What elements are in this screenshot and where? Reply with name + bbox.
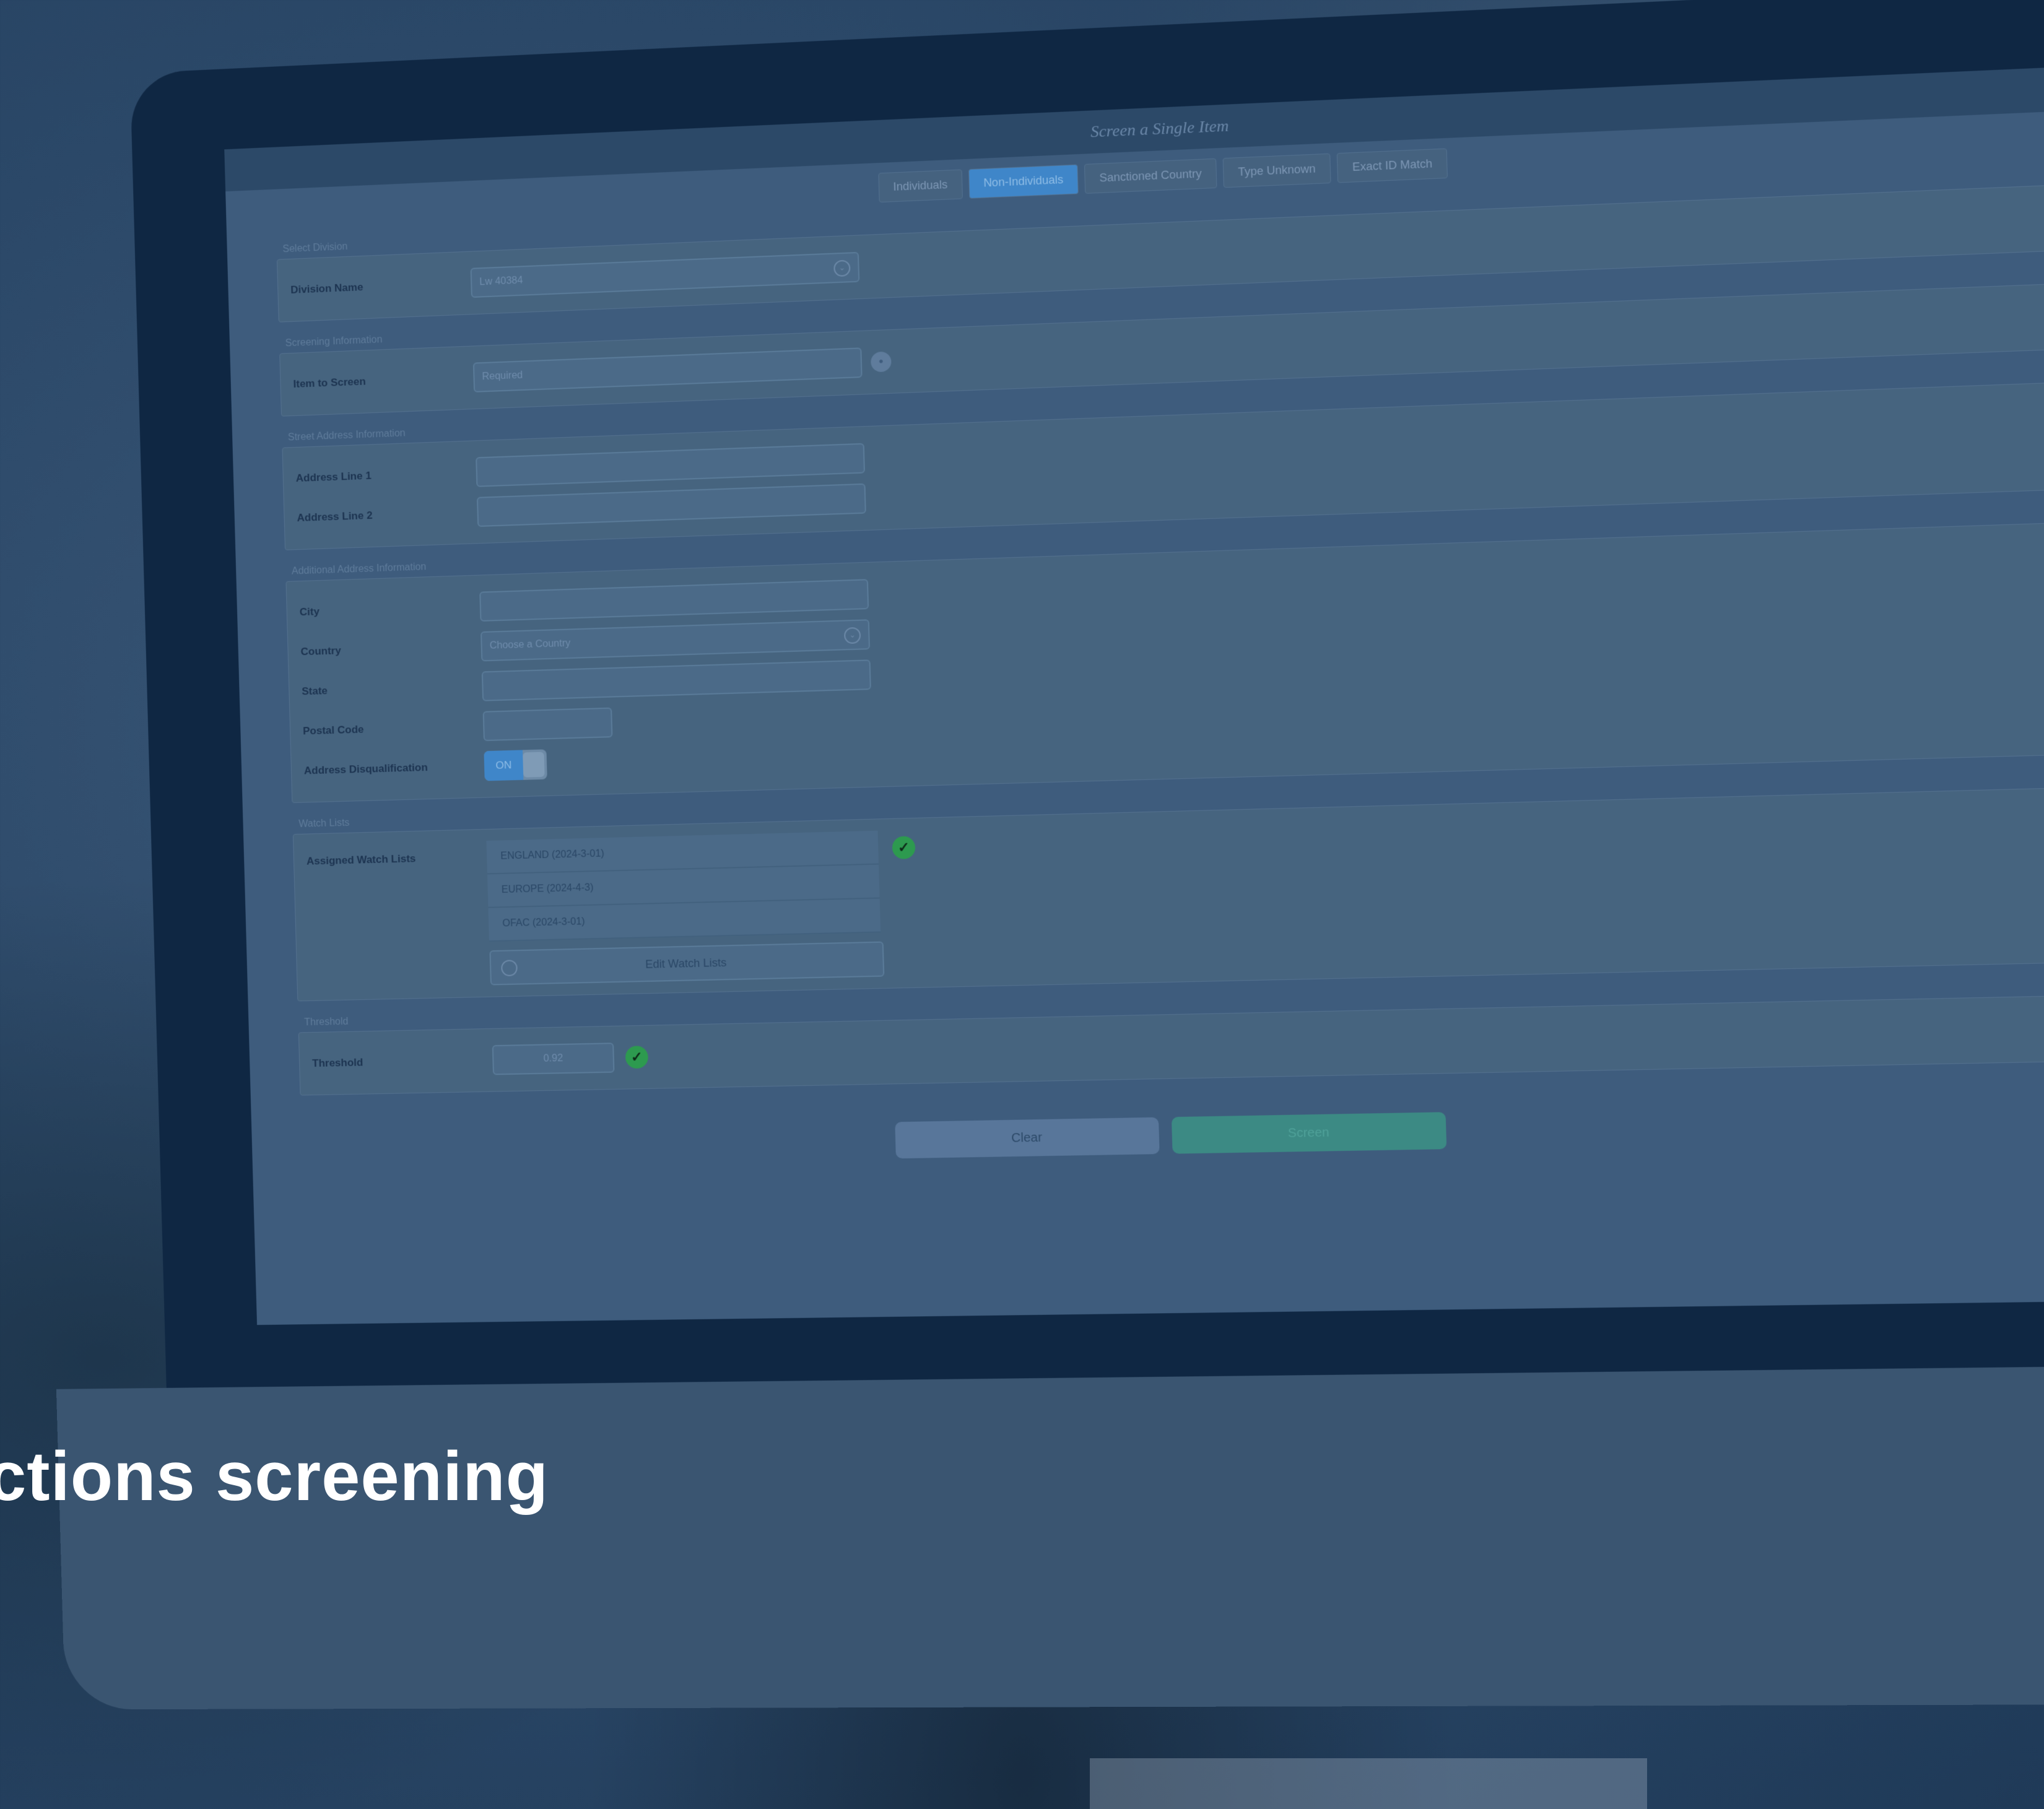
toggle-on-label: ON — [484, 750, 524, 781]
item-to-screen-label: Item to Screen — [293, 375, 367, 390]
address-line2-input[interactable] — [476, 483, 866, 527]
assigned-watch-lists-label: Assigned Watch Lists — [306, 852, 416, 867]
country-label: Country — [300, 644, 342, 658]
tab-type-unknown[interactable]: Type Unknown — [1222, 153, 1331, 188]
address-line1-label: Address Line 1 — [295, 469, 372, 485]
city-input[interactable] — [479, 579, 869, 622]
edit-watch-lists-button[interactable]: Edit Watch Lists — [489, 941, 885, 986]
chevron-down-icon: ⌄ — [843, 627, 861, 644]
clear-button[interactable]: Clear — [895, 1117, 1160, 1159]
toggle-knob — [523, 752, 545, 778]
address-dedup-label: Address Disqualification — [303, 761, 428, 777]
chevron-down-icon: ⌄ — [833, 259, 851, 277]
postal-code-label: Postal Code — [302, 723, 364, 737]
item-to-screen-placeholder: Required — [482, 370, 523, 383]
state-label: State — [302, 685, 328, 698]
tab-non-individuals[interactable]: Non-Individuals — [968, 164, 1079, 199]
tab-sanctioned-country[interactable]: Sanctioned Country — [1084, 158, 1217, 194]
caption-text: ctions screening — [0, 1438, 549, 1515]
postal-code-input[interactable] — [482, 707, 613, 742]
screen: Screen a Single Item Individuals Non-Ind… — [224, 63, 2044, 1325]
country-select[interactable]: Choose a Country ⌄ — [480, 619, 871, 662]
monitor: Screen a Single Item Individuals Non-Ind… — [19, 0, 2044, 1710]
address-line2-label: Address Line 2 — [297, 509, 373, 524]
city-label: City — [299, 605, 320, 618]
division-name-label: Division Name — [290, 281, 363, 296]
watch-list-box[interactable]: ENGLAND (2024-3-01) EUROPE (2024-4-3) OF… — [486, 830, 881, 942]
state-input[interactable] — [481, 659, 871, 701]
division-select[interactable]: Lw 40384 ⌄ — [470, 251, 860, 298]
check-icon: ✓ — [892, 836, 916, 859]
check-icon: ✓ — [625, 1046, 649, 1069]
threshold-input[interactable]: 0.92 — [492, 1043, 615, 1075]
address-dedup-toggle[interactable]: ON — [484, 749, 547, 781]
tab-exact-id-match[interactable]: Exact ID Match — [1336, 148, 1448, 183]
tab-individuals[interactable]: Individuals — [878, 169, 963, 203]
radio-icon — [501, 960, 518, 977]
threshold-label: Threshold — [311, 1056, 363, 1070]
division-select-value: Lw 40384 — [479, 275, 523, 288]
action-bar: Clear Screen — [251, 1100, 2044, 1169]
info-icon[interactable]: • — [870, 351, 892, 373]
monitor-stand — [1090, 1758, 1647, 1809]
country-select-value: Choose a Country — [489, 638, 571, 651]
item-to-screen-input[interactable]: Required — [472, 347, 863, 393]
monitor-chin — [56, 1364, 2044, 1710]
screen-button[interactable]: Screen — [1171, 1112, 1447, 1154]
edit-watch-lists-label: Edit Watch Lists — [645, 956, 727, 971]
